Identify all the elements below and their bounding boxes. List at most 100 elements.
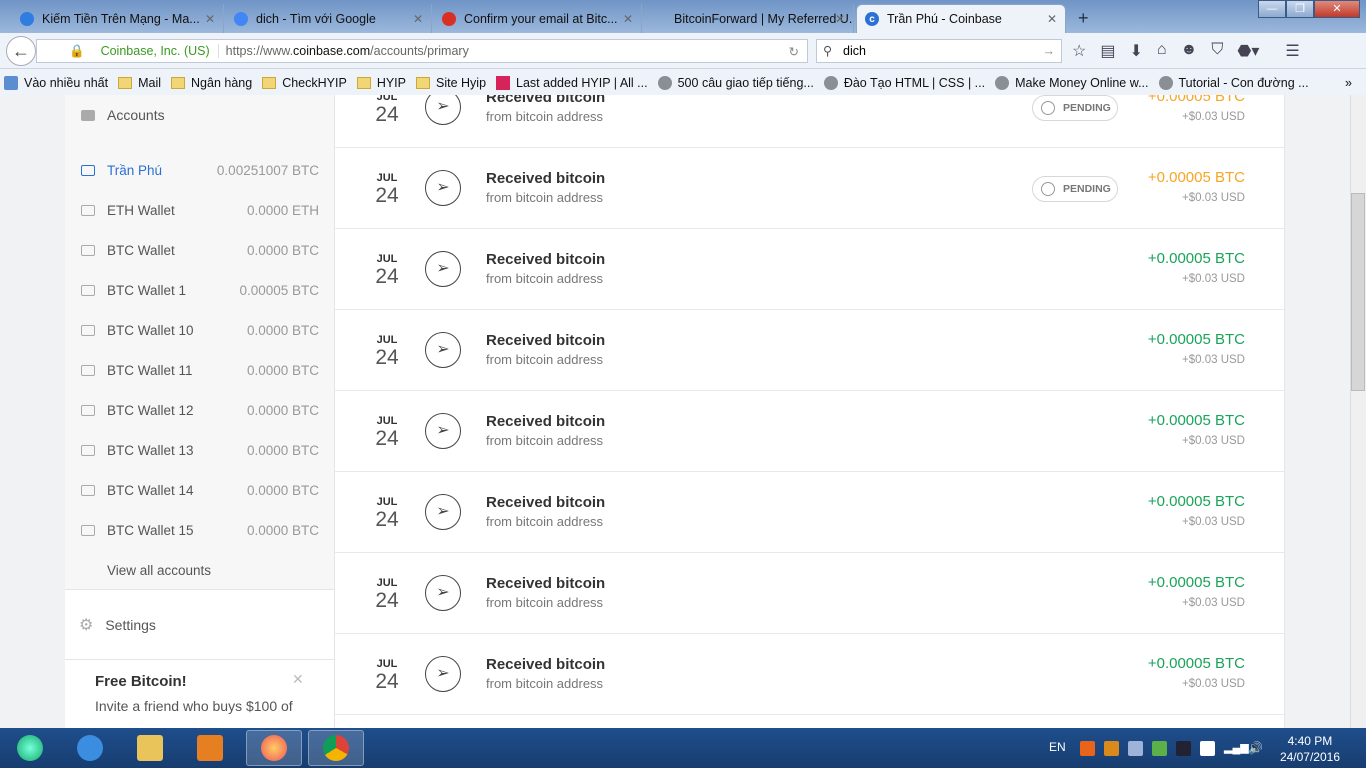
network-icon[interactable]	[1176, 741, 1191, 756]
tx-usd: +$0.03 USD	[1182, 516, 1245, 528]
bookmarks-overflow-button[interactable]: »	[1345, 76, 1352, 90]
back-button[interactable]: ←	[6, 36, 36, 66]
maximize-button[interactable]: ❐	[1286, 0, 1314, 18]
transaction-row[interactable]: JUL 24 ➢ Received bitcoin from bitcoin addre…	[335, 634, 1284, 715]
signal-icon[interactable]: ▂▄▆	[1224, 741, 1249, 756]
close-window-button[interactable]: ✕	[1314, 0, 1360, 18]
tab-title: dich - Tìm với Google	[256, 11, 376, 26]
bookmark-item[interactable]: Ngân hàng	[171, 76, 252, 90]
reload-icon[interactable]: ↻	[789, 44, 799, 59]
close-tab-icon[interactable]: ✕	[413, 12, 423, 26]
sidebar-account-item[interactable]: BTC Wallet 10 0.0000 BTC	[65, 320, 334, 340]
bookmark-item[interactable]: Đào Tạo HTML | CSS | ...	[823, 75, 985, 90]
account-name: BTC Wallet 14	[107, 482, 194, 498]
wallet-icon	[81, 284, 95, 296]
bookmark-label: 500 câu giao tiếp tiếng...	[677, 75, 814, 90]
bookmark-label: Last added HYIP | All ...	[516, 75, 648, 90]
ie-icon[interactable]	[62, 730, 118, 766]
sidebar-account-item[interactable]: BTC Wallet 1 0.00005 BTC	[65, 280, 334, 300]
site-icon	[496, 75, 511, 90]
bookmark-label: Mail	[138, 75, 162, 90]
tx-title: Received bitcoin	[486, 656, 606, 673]
bookmark-item[interactable]: Site Hyip	[416, 76, 486, 90]
bookmark-item[interactable]: 500 câu giao tiếp tiếng...	[657, 75, 814, 90]
sidebar-item-settings[interactable]: ⚙ Settings	[65, 615, 334, 635]
url-bar[interactable]: 🔒 Coinbase, Inc. (US) https://www.coinba…	[36, 39, 808, 63]
tray-idm-icon[interactable]	[1152, 741, 1167, 756]
scrollbar[interactable]	[1350, 95, 1366, 728]
search-input[interactable]: ⚲ dich →	[816, 39, 1062, 63]
sidebar-account-item[interactable]: BTC Wallet 13 0.0000 BTC	[65, 440, 334, 460]
site-identity[interactable]: Coinbase, Inc. (US)	[101, 44, 219, 58]
sidebar-account-item[interactable]: BTC Wallet 14 0.0000 BTC	[65, 480, 334, 500]
transaction-row[interactable]: JUL 24 ➢ Received bitcoin from bitcoin addre…	[335, 391, 1284, 472]
tab[interactable]: c Trần Phú - Coinbase ✕	[856, 4, 1066, 33]
tab[interactable]: Kiếm Tiền Trên Mạng - Ma... ✕	[12, 4, 224, 33]
pocket-icon[interactable]: ⛉	[1211, 41, 1223, 61]
minimize-button[interactable]: —	[1258, 0, 1286, 18]
media-player-icon[interactable]	[182, 730, 238, 766]
promo-close-icon[interactable]: ✕	[292, 671, 304, 688]
tray-app-icon[interactable]	[1080, 741, 1095, 756]
tray-music-icon[interactable]	[1104, 741, 1119, 756]
transaction-row[interactable]: JUL 24 ➢ Received bitcoin from bitcoin addre…	[335, 95, 1284, 148]
explorer-icon[interactable]	[122, 730, 178, 766]
bookmark-item[interactable]: HYIP	[356, 76, 406, 90]
tab[interactable]: Confirm your email at Bitc... ✕	[434, 4, 642, 33]
tx-subtitle: from bitcoin address	[486, 676, 604, 691]
sidebar-account-item[interactable]: BTC Wallet 12 0.0000 BTC	[65, 400, 334, 420]
power-icon[interactable]	[1200, 741, 1215, 756]
tab[interactable]: dich - Tìm với Google ✕	[226, 4, 432, 33]
volume-icon[interactable]: 🔊	[1248, 741, 1263, 756]
smiley-icon[interactable]: ☻	[1181, 41, 1198, 61]
tx-title: Received bitcoin	[486, 413, 606, 430]
search-go-icon[interactable]: →	[1043, 40, 1056, 62]
language-indicator[interactable]: EN	[1049, 740, 1066, 754]
chrome-icon[interactable]	[308, 730, 364, 766]
bookmark-item[interactable]: Make Money Online w...	[995, 75, 1149, 90]
firefox-icon[interactable]	[246, 730, 302, 766]
tx-amount: +0.00005 BTC	[1147, 574, 1245, 591]
bookmark-star-icon[interactable]: ☆	[1072, 41, 1086, 61]
transaction-row[interactable]: JUL 24 ➢ Received bitcoin from bitcoin addre…	[335, 472, 1284, 553]
transaction-row[interactable]: JUL 24 ➢ Received bitcoin from bitcoin addre…	[335, 148, 1284, 229]
scrollbar-thumb[interactable]	[1351, 193, 1365, 391]
pending-badge: PENDING	[1032, 95, 1118, 121]
sidebar-account-item[interactable]: BTC Wallet 15 0.0000 BTC	[65, 520, 334, 540]
close-tab-icon[interactable]: ✕	[623, 12, 633, 26]
url-text: https://www.coinbase.com/accounts/primar…	[225, 44, 469, 58]
start-button[interactable]	[2, 730, 58, 766]
tx-amount: +0.00005 BTC	[1147, 95, 1245, 105]
accounts-header[interactable]: Accounts	[65, 105, 334, 125]
tray-e-icon[interactable]	[1128, 741, 1143, 756]
adblock-icon[interactable]: ⬣▾	[1237, 41, 1259, 61]
sidebar-account-item[interactable]: Trần Phú 0.00251007 BTC	[65, 160, 334, 180]
sidebar-account-item[interactable]: BTC Wallet 11 0.0000 BTC	[65, 360, 334, 380]
tab[interactable]: BitcoinForward | My Referred U... ✕	[644, 4, 854, 33]
clock[interactable]: 4:40 PM 24/07/2016	[1280, 733, 1340, 765]
view-all-accounts-link[interactable]: View all accounts	[65, 560, 334, 580]
download-icon[interactable]: ⬇	[1129, 41, 1142, 61]
reading-list-icon[interactable]: ▤	[1100, 41, 1115, 61]
close-tab-icon[interactable]: ✕	[1047, 12, 1057, 26]
menu-icon[interactable]: ☰	[1285, 41, 1299, 61]
tx-usd: +$0.03 USD	[1182, 435, 1245, 447]
tx-day: 24	[375, 265, 399, 288]
transaction-row[interactable]: JUL 24 ➢ Received bitcoin from bitcoin addre…	[335, 229, 1284, 310]
send-arrow-icon: ➢	[425, 251, 461, 287]
bookmark-item[interactable]: CheckHYIP	[262, 76, 347, 90]
bookmark-item[interactable]: Tutorial - Con đường ...	[1158, 75, 1309, 90]
sidebar-account-item[interactable]: BTC Wallet 0.0000 BTC	[65, 240, 334, 260]
bookmark-item[interactable]: Mail	[118, 76, 161, 90]
transaction-row[interactable]: JUL 24 ➢ Received bitcoin from bitcoin addre…	[335, 310, 1284, 391]
transaction-row[interactable]: JUL 24 ➢ Received bitcoin from bitcoin addre…	[335, 553, 1284, 634]
home-icon[interactable]: ⌂	[1157, 41, 1167, 61]
clock-icon	[1041, 182, 1055, 196]
close-tab-icon[interactable]: ✕	[835, 12, 845, 26]
bookmark-item[interactable]: Vào nhiều nhất	[4, 75, 108, 90]
sidebar-account-item[interactable]: ETH Wallet 0.0000 ETH	[65, 200, 334, 220]
new-tab-button[interactable]: +	[1070, 4, 1094, 33]
close-tab-icon[interactable]: ✕	[205, 12, 215, 26]
gmail-icon	[442, 11, 456, 26]
bookmark-item[interactable]: Last added HYIP | All ...	[496, 75, 648, 90]
